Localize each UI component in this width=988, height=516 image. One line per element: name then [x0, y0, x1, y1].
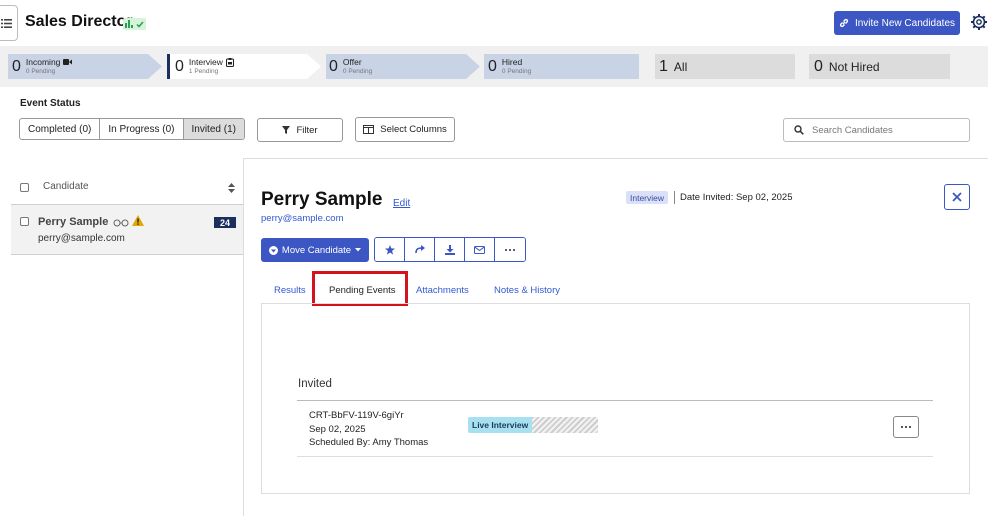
stage-label: Interview [188, 56, 223, 67]
check-icon [136, 21, 144, 28]
glasses-icon [113, 219, 129, 227]
share-button[interactable] [405, 238, 435, 261]
tab-pending-events[interactable]: Pending Events [329, 285, 396, 296]
stage-pending: 0 Pending [342, 67, 373, 75]
candidate-checkbox[interactable] [20, 217, 29, 226]
divider [297, 456, 933, 457]
menu-icon [0, 18, 12, 28]
close-button[interactable] [944, 184, 970, 210]
ellipsis-icon [901, 426, 911, 428]
star-icon [384, 244, 395, 255]
stage-label: Hired [501, 56, 523, 67]
tab-results[interactable]: Results [274, 285, 306, 296]
status-in-progress-button[interactable]: In Progress (0) [100, 119, 184, 139]
stage-label: All [673, 59, 688, 74]
stage-label: Not Hired [828, 59, 880, 74]
candidate-actions [374, 237, 526, 262]
event-date: Sep 02, 2025 [309, 424, 366, 435]
move-candidate-label: Move Candidate [281, 244, 352, 256]
page-title: Sales Director [25, 13, 133, 30]
select-columns-label: Select Columns [380, 124, 447, 135]
stage-count: 0 [329, 57, 338, 75]
stage-label: Incoming [25, 56, 61, 67]
event-scheduled-by: Scheduled By: Amy Thomas [309, 437, 429, 448]
divider [297, 400, 933, 401]
arrow-circle-icon [268, 245, 278, 255]
status-badge [123, 18, 146, 30]
filter-button[interactable]: Filter [257, 118, 343, 142]
caret-down-icon [355, 248, 362, 252]
invite-new-candidates-button[interactable]: Invite New Candidates [834, 11, 960, 35]
filter-label: Filter [296, 124, 318, 136]
progress-stripes [532, 417, 599, 433]
menu-toggle-button[interactable] [0, 5, 18, 41]
event-status-label: Event Status [20, 98, 81, 109]
event-status-filter: Completed (0) In Progress (0) Invited (1… [19, 118, 245, 140]
video-icon [63, 59, 73, 65]
stage-badge: Interview [626, 191, 669, 204]
status-completed-button[interactable]: Completed (0) [20, 119, 101, 139]
tab-attachments[interactable]: Attachments [416, 285, 469, 296]
event-more-button[interactable] [893, 416, 919, 438]
sort-icon[interactable] [228, 183, 235, 193]
stage-count: 0 [814, 57, 823, 75]
select-columns-button[interactable]: Select Columns [355, 117, 455, 142]
stage-not-hired[interactable]: 0 Not Hired [811, 54, 880, 79]
status-invited-button[interactable]: Invited (1) [183, 119, 244, 139]
stage-count: 0 [488, 57, 497, 75]
more-actions-button[interactable] [495, 238, 525, 261]
candidate-column-header: Candidate [43, 181, 89, 192]
search-placeholder: Search Candidates [812, 124, 893, 136]
stage-count: 0 [12, 57, 21, 75]
invite-button-label: Invite New Candidates [854, 17, 956, 29]
search-input[interactable]: Search Candidates [783, 118, 970, 142]
download-icon [444, 244, 455, 255]
event-id: CRT-BbFV-119V-6giYr [309, 410, 404, 421]
tab-notes-history[interactable]: Notes & History [494, 285, 560, 296]
stage-hired[interactable]: 0 Hired 0 Pending [485, 54, 531, 79]
link-icon [839, 18, 849, 28]
divider [674, 191, 675, 204]
stage-pending: 0 Pending [501, 67, 532, 75]
stage-label: Offer [342, 56, 362, 67]
columns-icon [363, 125, 375, 134]
candidate-detail-email[interactable]: perry@sample.com [261, 213, 344, 224]
stage-offer[interactable]: 0 Offer 0 Pending [326, 54, 372, 79]
event-type-badge: Live Interview [468, 417, 599, 433]
date-invited: Date Invited: Sep 02, 2025 [680, 192, 793, 203]
close-icon [952, 192, 962, 202]
stage-incoming[interactable]: 0 Incoming 0 Pending [9, 54, 73, 79]
gear-icon[interactable] [970, 13, 988, 31]
stage-pending: 0 Pending [25, 67, 56, 75]
edit-link[interactable]: Edit [393, 198, 410, 209]
envelope-icon [474, 245, 485, 254]
stage-all[interactable]: 1 All [656, 54, 687, 79]
score-badge: 24 [214, 217, 236, 228]
candidate-email: perry@sample.com [38, 233, 125, 244]
pending-events-content [261, 303, 970, 494]
download-button[interactable] [435, 238, 465, 261]
candidate-row[interactable]: Perry Sample perry@sample.com 24 [11, 205, 243, 255]
stage-count: 1 [659, 57, 668, 75]
favorite-button[interactable] [375, 238, 405, 261]
stage-pending: 1 Pending [188, 67, 219, 75]
candidate-detail-name: Perry Sample [261, 189, 383, 210]
stage-interview[interactable]: 0 Interview 1 Pending [172, 54, 234, 79]
search-icon [794, 125, 804, 135]
share-icon [414, 245, 425, 254]
clipboard-icon [225, 57, 234, 67]
section-heading: Invited [298, 378, 332, 390]
select-all-checkbox[interactable] [20, 183, 29, 192]
event-type-label: Live Interview [468, 417, 533, 433]
candidate-list-header: Candidate [11, 172, 243, 205]
warning-icon [132, 215, 144, 226]
candidate-name: Perry Sample [38, 216, 109, 228]
email-button[interactable] [465, 238, 495, 261]
chart-icon [125, 20, 133, 28]
ellipsis-icon [505, 248, 515, 251]
move-candidate-button[interactable]: Move Candidate [261, 238, 369, 262]
stage-count: 0 [175, 57, 184, 75]
filter-icon [282, 126, 291, 134]
